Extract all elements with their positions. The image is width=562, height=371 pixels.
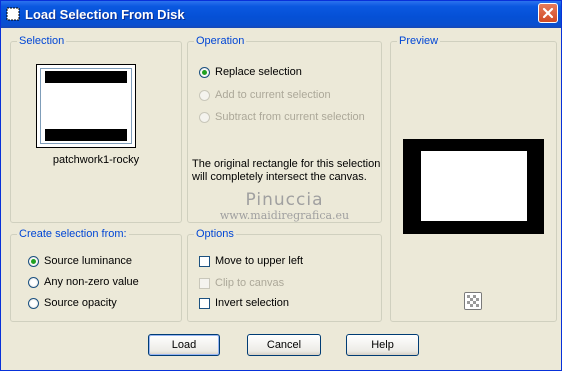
radio-label: Replace selection <box>215 66 302 78</box>
close-button[interactable] <box>538 3 558 23</box>
radio-label: Source luminance <box>44 255 133 267</box>
radio-source-luminance[interactable]: Source luminance <box>28 253 132 269</box>
preview-selection-area <box>421 151 527 221</box>
close-icon <box>542 7 554 19</box>
radio-button[interactable] <box>199 89 210 101</box>
cancel-button[interactable]: Cancel <box>247 334 321 356</box>
selection-legend: Selection <box>17 34 67 48</box>
radio-label: Source opacity <box>44 297 117 309</box>
radio-button-checked[interactable] <box>28 255 39 267</box>
watermark-url: www.maidiregrafica.eu <box>219 209 350 222</box>
radio-label: Add to current selection <box>215 89 331 101</box>
selection-thumbnail[interactable] <box>36 64 136 148</box>
radio-button[interactable] <box>199 111 210 123</box>
selection-load-icon <box>6 7 20 21</box>
checkbox-label: Invert selection <box>215 297 289 309</box>
radio-button[interactable] <box>28 297 39 309</box>
preview-image <box>403 139 544 234</box>
help-button[interactable]: Help <box>346 334 419 356</box>
checkerboard-zoom-icon <box>465 293 481 309</box>
radio-button-checked[interactable] <box>199 66 210 78</box>
thumbnail-top-bar <box>45 71 127 83</box>
title-bar[interactable]: Load Selection From Disk <box>1 1 561 28</box>
checkbox-label: Move to upper left <box>215 255 304 267</box>
dialog-client: Selection patchwork1-rocky Operation Rep… <box>1 28 561 370</box>
checkbox[interactable] <box>199 255 210 267</box>
radio-label: Any non-zero value <box>44 276 139 288</box>
selection-filename: patchwork1-rocky <box>52 154 140 166</box>
radio-any-non-zero[interactable]: Any non-zero value <box>28 274 139 290</box>
create-from-legend: Create selection from: <box>17 227 129 241</box>
zoom-button[interactable] <box>464 292 482 310</box>
operation-group: Operation Replace selection Add to curre… <box>187 34 382 223</box>
radio-add-to-selection[interactable]: Add to current selection <box>199 87 331 103</box>
options-group: Options Move to upper left Clip to canva… <box>187 227 382 322</box>
radio-source-opacity[interactable]: Source opacity <box>28 295 117 311</box>
create-from-group: Create selection from: Source luminance … <box>10 227 182 322</box>
radio-subtract-from-selection[interactable]: Subtract from current selection <box>199 109 365 125</box>
dialog-window: Load Selection From Disk Selection patch… <box>0 0 562 371</box>
checkbox[interactable] <box>199 277 210 289</box>
checkbox-clip-to-canvas[interactable]: Clip to canvas <box>199 275 284 291</box>
radio-replace-selection[interactable]: Replace selection <box>199 64 302 80</box>
operation-legend: Operation <box>194 34 247 48</box>
operation-note: The original rectangle for this selectio… <box>192 158 381 183</box>
checkbox-move-to-upper-left[interactable]: Move to upper left <box>199 253 303 269</box>
window-title: Load Selection From Disk <box>25 7 185 22</box>
thumbnail-frame <box>40 68 132 144</box>
load-button[interactable]: Load <box>148 334 220 356</box>
preview-legend: Preview <box>397 34 441 48</box>
preview-group: Preview <box>390 34 557 322</box>
radio-label: Subtract from current selection <box>215 111 365 123</box>
checkbox-label: Clip to canvas <box>215 277 285 289</box>
checkbox-invert-selection[interactable]: Invert selection <box>199 295 289 311</box>
thumbnail-bottom-bar <box>45 129 127 141</box>
checkbox[interactable] <box>199 297 210 309</box>
options-legend: Options <box>194 227 236 241</box>
watermark-name: Pinuccia <box>245 190 324 210</box>
watermark: Pinuccia www.maidiregrafica.eu <box>188 190 381 222</box>
radio-button[interactable] <box>28 276 39 288</box>
selection-group: Selection patchwork1-rocky <box>10 34 182 223</box>
